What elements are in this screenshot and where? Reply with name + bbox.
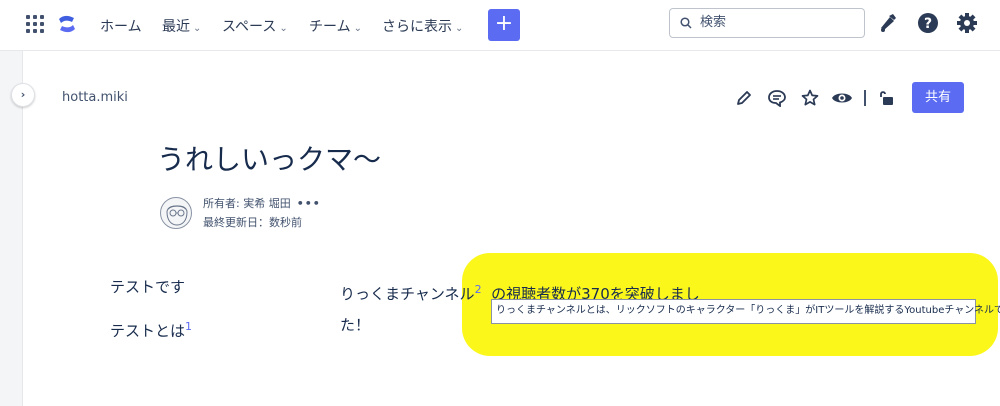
share-button[interactable]: 共有: [912, 82, 964, 113]
page-title: うれしいっクマ～: [157, 143, 382, 176]
watch-icon[interactable]: [831, 89, 853, 111]
unlock-icon[interactable]: [877, 89, 895, 111]
settings-icon[interactable]: [956, 12, 978, 38]
chevron-down-icon: ⌄: [279, 23, 288, 34]
search-input[interactable]: [698, 14, 852, 31]
help-icon[interactable]: ?: [917, 12, 939, 38]
confluence-logo-icon[interactable]: [57, 13, 77, 39]
chevron-down-icon: ⌄: [353, 23, 362, 34]
owner-text[interactable]: 所有者: 実希 堀田: [203, 197, 291, 210]
content-line-1: テストです: [110, 278, 186, 296]
notification-icon[interactable]: [878, 12, 898, 38]
nav-recent[interactable]: 最近 ⌄: [162, 16, 201, 36]
content-line-2-text: テストとは: [110, 322, 186, 340]
nav-more[interactable]: さらに表示 ⌄: [382, 16, 463, 36]
edit-icon[interactable]: [735, 89, 753, 111]
expand-sidebar-icon[interactable]: ›: [11, 83, 35, 107]
nav-home-label: ホーム: [100, 19, 142, 35]
paragraph-term: りっくまチャンネル: [340, 285, 475, 303]
last-updated: 最終更新日：数秒前: [203, 216, 302, 229]
create-button[interactable]: +: [488, 9, 520, 41]
top-navigation-bar: ホーム 最近⌄ スペース⌄ チーム⌄ さらに表示⌄ + ?: [0, 0, 1000, 51]
star-icon[interactable]: [801, 89, 819, 111]
breadcrumb[interactable]: hotta.miki: [62, 90, 128, 105]
nav-home[interactable]: ホーム: [100, 16, 142, 36]
footnote-tooltip: りっくまチャンネルとは、リックソフトのキャラクター「りっくま」がITツールを解説…: [491, 299, 1000, 324]
nav-recent-label: 最近: [162, 19, 190, 35]
paragraph-continuation: た！: [340, 316, 371, 334]
toolbar-divider: [864, 90, 866, 106]
footnote-1-link[interactable]: 1: [185, 320, 192, 333]
nav-spaces-label: スペース: [222, 19, 277, 35]
search-icon: [680, 17, 692, 29]
footnote-2-link[interactable]: 2: [475, 283, 482, 296]
avatar[interactable]: [160, 197, 192, 229]
comment-icon[interactable]: [767, 89, 787, 111]
chevron-down-icon: ⌄: [455, 23, 464, 34]
nav-more-label: さらに表示: [382, 19, 452, 35]
nav-teams-label: チーム: [309, 19, 351, 35]
apps-grid-icon[interactable]: [26, 15, 44, 33]
more-options-icon[interactable]: •••: [297, 197, 321, 210]
svg-text:?: ?: [924, 16, 932, 32]
chevron-down-icon: ⌄: [193, 23, 202, 34]
nav-spaces[interactable]: スペース ⌄: [222, 16, 288, 36]
search-box[interactable]: [669, 8, 865, 38]
content-line-2: テストとは1: [110, 320, 192, 341]
page-owner: 所有者: 実希 堀田 •••: [203, 195, 321, 211]
nav-teams[interactable]: チーム ⌄: [309, 16, 362, 36]
